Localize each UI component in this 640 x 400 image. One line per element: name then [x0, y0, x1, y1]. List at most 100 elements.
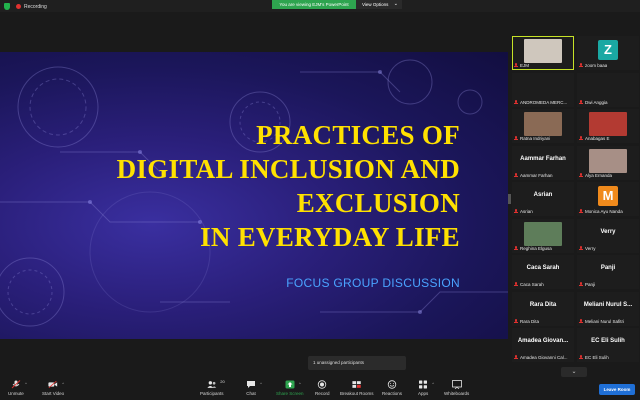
participant-tile[interactable]: Alya Ernanda — [577, 145, 639, 180]
shield-icon[interactable] — [4, 3, 10, 10]
participant-display-name: Meliani Nurul S... — [583, 301, 633, 308]
participant-display-name: EC Eli Sulih — [591, 338, 625, 344]
microphone-muted-icon — [579, 172, 583, 178]
participant-display-name: Panji — [600, 265, 616, 271]
record-button[interactable]: Record — [315, 380, 330, 400]
participant-tile[interactable]: Caca Sarah Caca Sarah — [512, 255, 574, 289]
breakout-rooms-button[interactable]: Breakout Rooms — [340, 380, 374, 400]
participant-tile[interactable]: M Monica Ayu Nanda — [577, 182, 639, 216]
participant-name: Reghina Elgusa — [520, 245, 552, 251]
apps-button[interactable]: ^ Apps — [418, 380, 434, 400]
participant-tile[interactable]: Zzoom baaa — [577, 36, 639, 70]
microphone-muted-icon — [514, 318, 518, 324]
participant-display-name: Aammar Farhan — [520, 155, 566, 162]
share-screen-icon: ^ — [285, 380, 301, 389]
participant-name: EJM — [520, 63, 529, 68]
view-options-label: View Options — [362, 2, 389, 7]
participant-video — [589, 112, 627, 136]
microphone-muted-icon — [579, 209, 583, 214]
slide-title-line-2: DIGITAL INCLUSION AND — [116, 154, 460, 184]
microphone-muted-icon — [514, 282, 518, 287]
share-screen-button[interactable]: ^ Share Screen — [276, 380, 304, 400]
participant-name: Panji — [585, 282, 596, 287]
participant-tile[interactable]: ANDROMEDA MERC... — [512, 72, 574, 107]
caret-up-icon[interactable]: ^ — [432, 381, 434, 386]
participant-gallery: EJM Zzoom baaa ANDROMEDA MERC... Dwi Anggia… — [512, 36, 640, 366]
participant-tile[interactable]: Panji Panji — [577, 255, 639, 289]
participant-name: Amadea Giovanni Cal... — [520, 355, 568, 360]
breakout-rooms-label: Breakout Rooms — [340, 391, 374, 396]
microphone-muted-icon — [579, 245, 583, 251]
apps-label: Apps — [418, 391, 429, 396]
participant-display-name: Asrian — [533, 192, 553, 198]
microphone-muted-icon — [579, 282, 583, 287]
participant-name: Meliani Nurul Safitri — [585, 318, 625, 324]
participant-name: ANDROMEDA MERC... — [520, 99, 568, 105]
participants-button[interactable]: 20 Participants — [200, 379, 225, 400]
microphone-muted-icon — [514, 136, 518, 141]
slide-subtitle: FOCUS GROUP DISCUSSION — [286, 276, 460, 290]
participant-video — [524, 112, 562, 136]
view-options-button[interactable]: View Options ⌄ — [356, 0, 402, 9]
chevron-down-icon: ⌄ — [393, 1, 398, 7]
shared-screen: PRACTICES OF DIGITAL INCLUSION AND EXCLU… — [0, 52, 508, 339]
reactions-button[interactable]: Reactions — [382, 380, 402, 400]
participant-tile[interactable]: Dwi Anggia — [577, 72, 639, 107]
participant-tile[interactable]: Asrian Asrian — [512, 182, 574, 216]
participant-tile[interactable]: EJM — [512, 36, 574, 70]
participant-display-name: Amadea Giovan... — [517, 338, 569, 344]
participant-tile[interactable]: Amadea Giovan... Amadea Giovanni Cal... — [512, 328, 574, 362]
microphone-muted-icon — [514, 99, 518, 105]
caret-up-icon[interactable]: ^ — [62, 381, 64, 386]
participant-avatar: Z — [598, 40, 618, 60]
participant-display-name: Rara Dita — [529, 301, 557, 308]
gallery-scroll-down-button[interactable]: ⌄ — [561, 367, 587, 377]
participant-tile[interactable]: Verry Verry — [577, 218, 639, 253]
zoom-meeting-window: Recording You are viewing EJM's PowerPoi… — [0, 0, 640, 400]
smiley-icon — [387, 380, 397, 389]
participant-name: Monica Ayu Nanda — [585, 209, 623, 214]
chat-button[interactable]: ^ Chat — [246, 380, 262, 400]
participant-name: EC Eli Sulih — [585, 355, 609, 360]
caret-up-icon[interactable]: ^ — [299, 381, 301, 386]
participant-tile[interactable]: Ratna Indriyani — [512, 109, 574, 143]
slide-title-line-3: EXCLUSION — [296, 188, 460, 218]
participant-video — [524, 221, 562, 246]
participant-tile[interactable]: Rara Dita Rara Dita — [512, 291, 574, 326]
microphone-muted-icon — [579, 355, 583, 360]
whiteboard-icon — [451, 380, 462, 389]
participant-name: Dwi Anggia — [585, 99, 608, 105]
participant-tile[interactable]: EC Eli Sulih EC Eli Sulih — [577, 328, 639, 362]
caret-up-icon[interactable]: ^ — [25, 381, 27, 386]
apps-icon: ^ — [418, 380, 434, 389]
leave-room-button[interactable]: Leave Room — [599, 384, 635, 395]
unmute-label: Unmute — [8, 391, 24, 396]
microphone-muted-icon: ^ — [11, 380, 27, 389]
participant-name: Asrian — [520, 209, 533, 214]
microphone-muted-icon — [514, 63, 518, 68]
breakout-rooms-icon — [352, 380, 362, 389]
splitter-handle[interactable] — [508, 194, 511, 204]
slide-title-line-4: IN EVERYDAY LIFE — [200, 222, 460, 252]
viewing-banner: You are viewing EJM's PowerPoint — [272, 0, 356, 9]
participant-name: Aammar Farhan — [520, 172, 553, 178]
participant-display-name: Caca Sarah — [526, 265, 560, 271]
microphone-muted-icon — [514, 245, 518, 251]
reactions-label: Reactions — [382, 391, 403, 396]
participant-tile[interactable]: Anabagas E — [577, 109, 639, 143]
participant-video — [524, 39, 562, 63]
unmute-button[interactable]: ^ Unmute — [8, 380, 27, 400]
participant-name: Ratna Indriyani — [520, 136, 551, 141]
participants-count: 20 — [220, 379, 225, 384]
participant-tile[interactable]: Meliani Nurul S... Meliani Nurul Safitri — [577, 291, 639, 326]
participants-icon: 20 — [207, 379, 225, 389]
participant-tile[interactable]: Aammar Farhan Aammar Farhan — [512, 145, 574, 180]
participant-name: Anabagas E — [585, 136, 610, 141]
caret-up-icon[interactable]: ^ — [260, 381, 262, 386]
unassigned-participants-notice[interactable]: 1 unassigned participants — [308, 356, 406, 370]
share-screen-label: Share Screen — [276, 391, 304, 396]
participant-display-name: Verry — [600, 228, 616, 235]
whiteboards-button[interactable]: Whiteboards — [444, 380, 469, 400]
start-video-button[interactable]: ^ Start Video — [42, 380, 64, 400]
participant-tile[interactable]: Reghina Elgusa — [512, 218, 574, 253]
